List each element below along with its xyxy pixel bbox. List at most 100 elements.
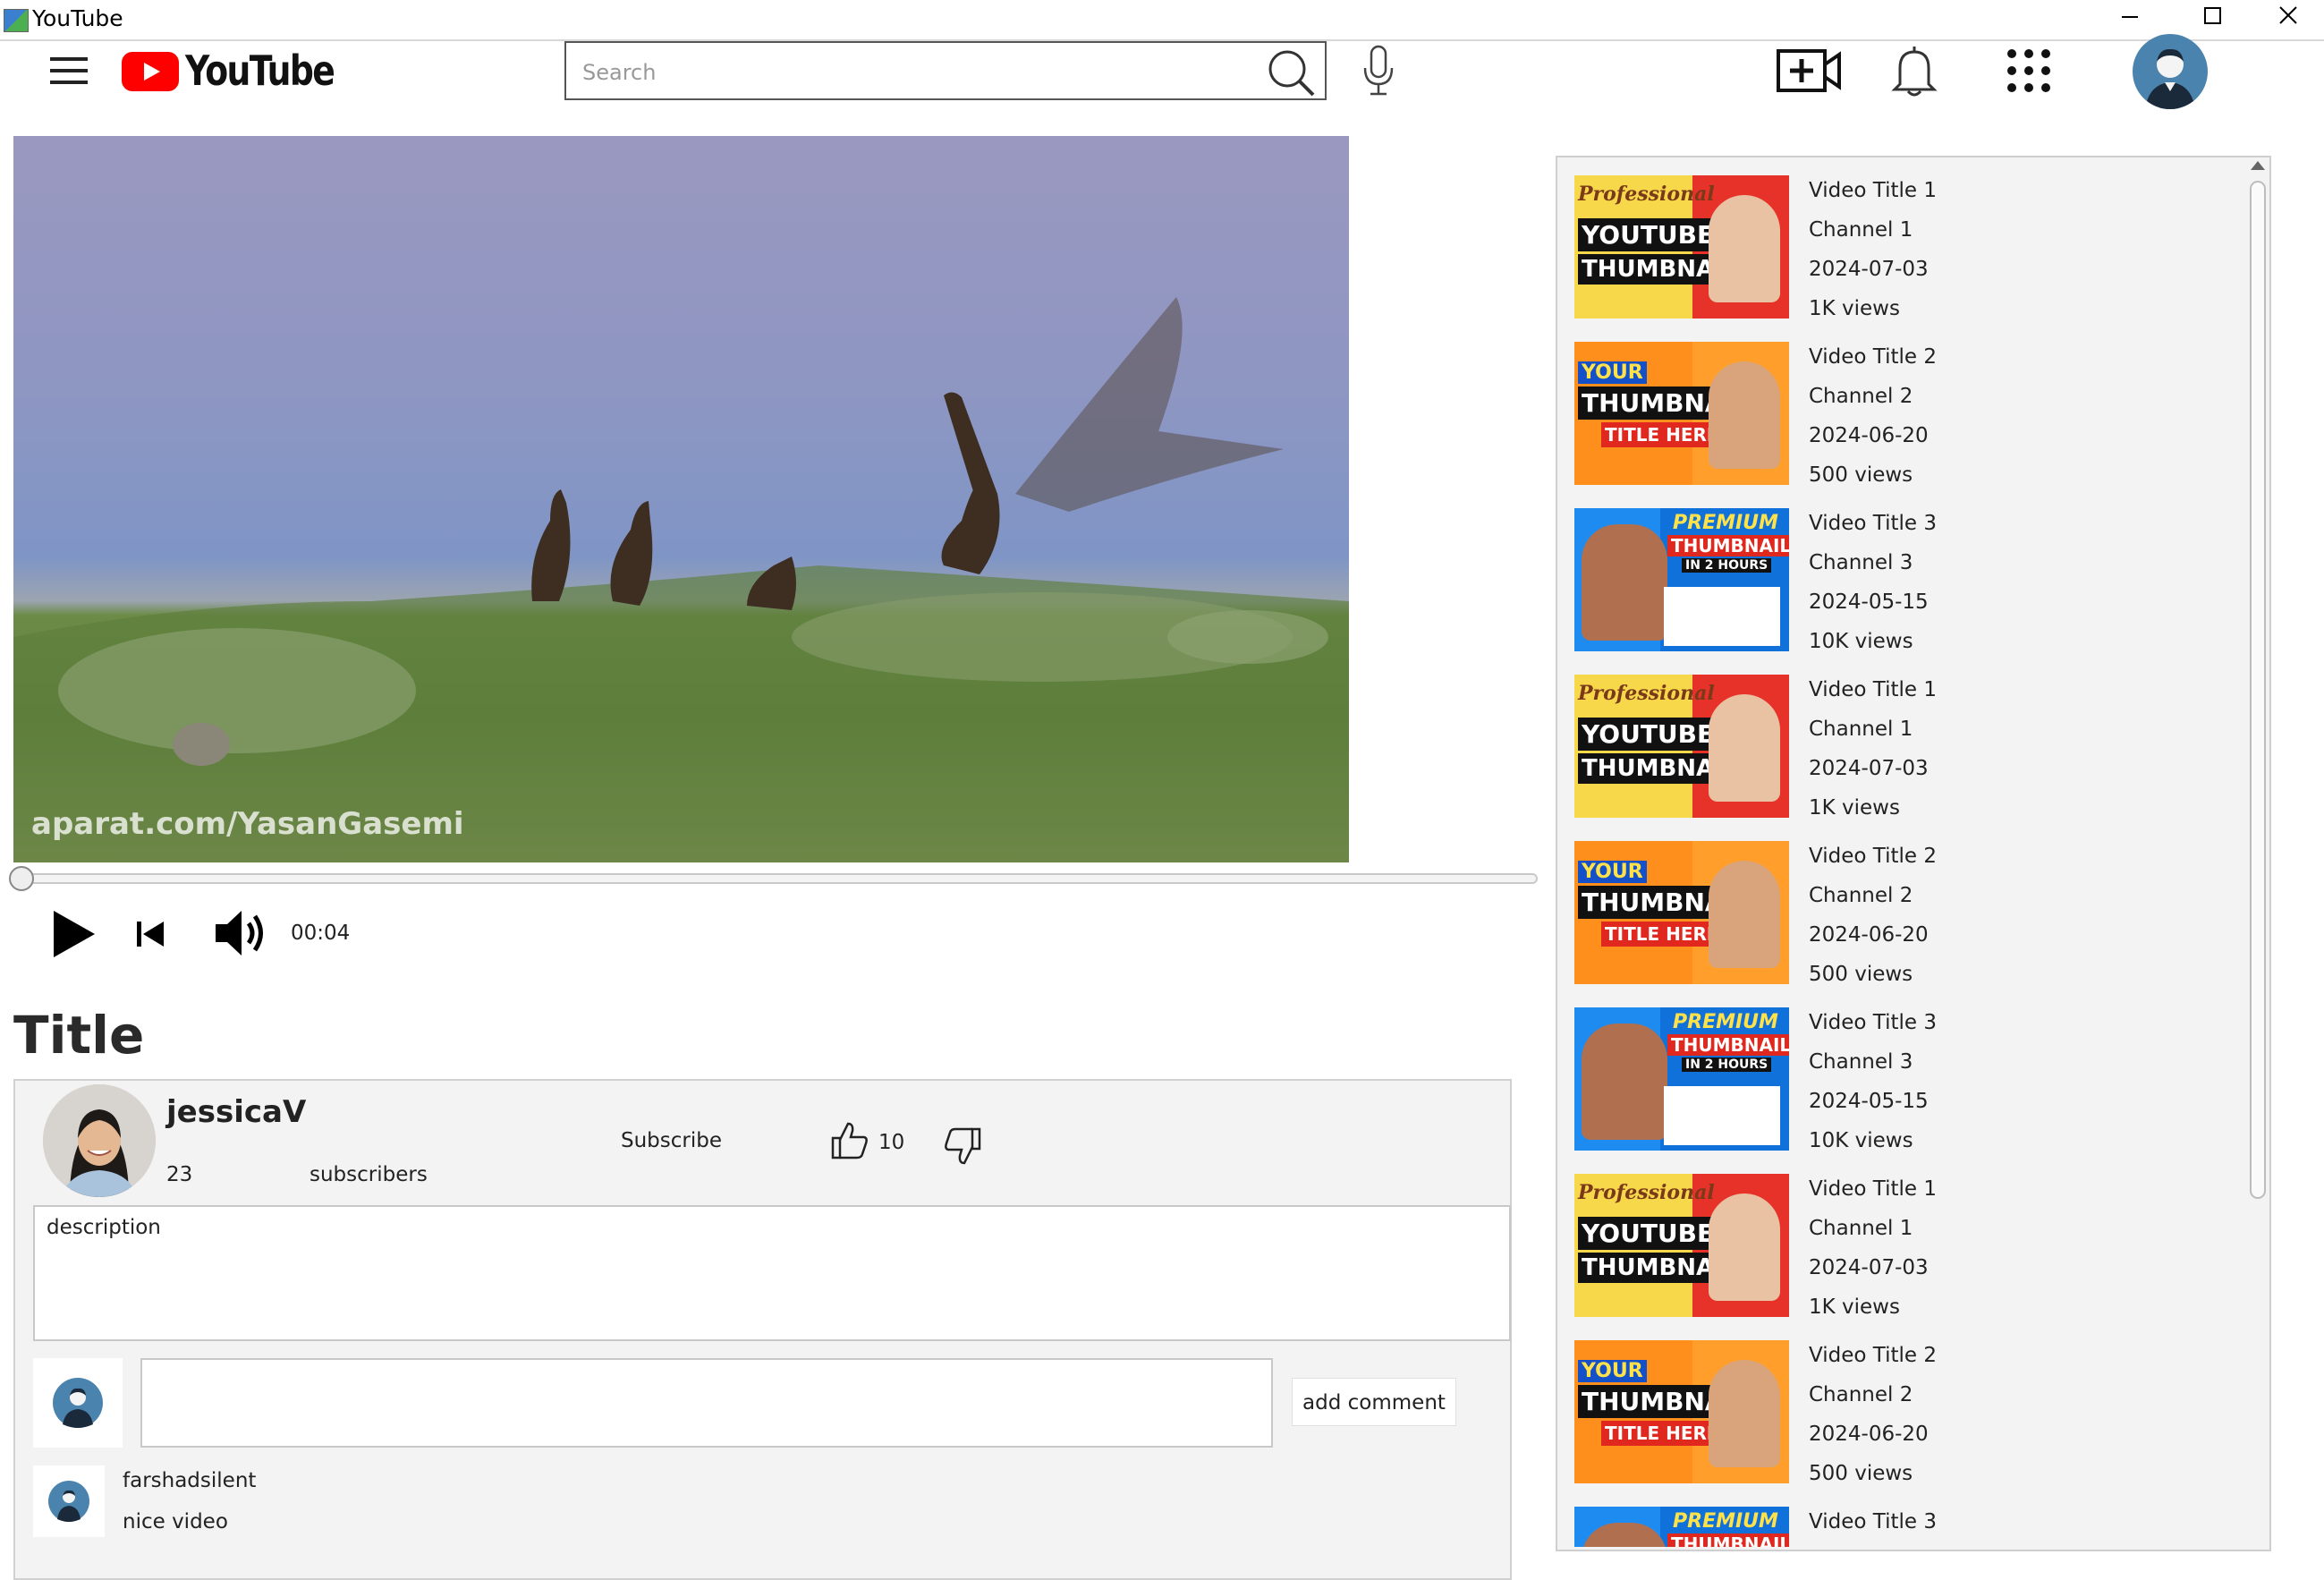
- comment-author[interactable]: farshadsilent: [123, 1465, 256, 1496]
- subscribers-label: subscribers: [310, 1163, 428, 1186]
- video-title[interactable]: Video Title 3: [1809, 1507, 1937, 1537]
- subscriber-count: 23: [166, 1163, 193, 1186]
- previous-button[interactable]: [134, 918, 166, 950]
- video-title[interactable]: Video Title 1: [1809, 675, 1937, 705]
- subscribe-button[interactable]: Subscribe: [621, 1126, 722, 1156]
- minimize-button[interactable]: [2090, 0, 2170, 30]
- description-box: [33, 1205, 1511, 1341]
- user-avatar[interactable]: [2133, 34, 2208, 109]
- window-title: YouTube: [32, 5, 123, 31]
- video-thumbnail[interactable]: Professional YOUTUBE THUMBNAIL: [1574, 1174, 1789, 1317]
- view-count: 1K views: [1809, 297, 1900, 320]
- search-input[interactable]: [581, 55, 1264, 89]
- user-avatar-icon: [53, 1378, 103, 1428]
- upload-date: 2024-06-20: [1809, 424, 1929, 447]
- close-icon: [2279, 6, 2297, 24]
- user-avatar-icon: [2145, 48, 2195, 109]
- channel-name: Channel 3: [1809, 551, 1913, 574]
- view-count: 500 views: [1809, 963, 1913, 986]
- dislike-thumbs-down-icon[interactable]: [943, 1126, 982, 1167]
- video-title[interactable]: Video Title 2: [1809, 1340, 1937, 1371]
- video-thumbnail[interactable]: PREMIUM THUMBNAIL IN 2 HOURS: [1574, 1007, 1789, 1151]
- video-title[interactable]: Video Title 2: [1809, 342, 1937, 372]
- maximize-button[interactable]: [2172, 0, 2252, 30]
- recommended-video-item[interactable]: YOUR THUMBNAIL TITLE HERE Video Title 2 …: [1574, 841, 2218, 1007]
- app-icon: [4, 9, 29, 32]
- like-count: 10: [878, 1131, 905, 1154]
- scrollbar-thumb[interactable]: [2250, 181, 2266, 1199]
- video-title[interactable]: Video Title 3: [1809, 1007, 1937, 1038]
- scroll-up-arrow-icon[interactable]: [2251, 161, 2265, 170]
- upload-date: 2024-05-15: [1809, 590, 1929, 614]
- view-count: 1K views: [1809, 1295, 1900, 1319]
- channel-name: Channel 1: [1809, 718, 1913, 741]
- video-title[interactable]: Video Title 1: [1809, 1174, 1937, 1204]
- youtube-logo-text[interactable]: YouTube: [185, 45, 335, 97]
- menu-icon: [50, 57, 88, 61]
- view-count: 500 views: [1809, 463, 1913, 487]
- create-video-icon[interactable]: [1776, 47, 1842, 95]
- view-count: 10K views: [1809, 630, 1913, 653]
- recommended-video-item[interactable]: YOUR THUMBNAIL TITLE HERE Video Title 2 …: [1574, 342, 2218, 508]
- video-thumbnail[interactable]: Professional YOUTUBE THUMBNAIL: [1574, 175, 1789, 319]
- channel-name: Channel 3: [1809, 1050, 1913, 1074]
- video-thumbnail[interactable]: Professional YOUTUBE THUMBNAIL: [1574, 675, 1789, 818]
- video-thumbnail[interactable]: PREMIUM THUMBNAIL: [1574, 1507, 1789, 1547]
- volume-icon: [216, 911, 242, 956]
- like-thumbs-up-icon[interactable]: [830, 1120, 869, 1161]
- current-user-comment-avatar: [33, 1358, 123, 1448]
- video-title[interactable]: Video Title 2: [1809, 841, 1937, 871]
- microphone-icon[interactable]: [1361, 45, 1395, 97]
- recommended-video-item[interactable]: PREMIUM THUMBNAIL IN 2 HOURS Video Title…: [1574, 1007, 2218, 1174]
- window-titlebar: [0, 0, 2324, 41]
- channel-avatar-image: [43, 1084, 156, 1197]
- upload-date: 2024-07-03: [1809, 258, 1929, 281]
- minimize-icon: [2122, 16, 2138, 18]
- volume-button[interactable]: [213, 905, 270, 961]
- apps-grid-icon[interactable]: [2006, 48, 2051, 93]
- comment-input[interactable]: [140, 1358, 1273, 1448]
- channel-name: Channel 2: [1809, 385, 1913, 408]
- video-title[interactable]: Video Title 1: [1809, 175, 1937, 206]
- view-count: 10K views: [1809, 1129, 1913, 1152]
- recommended-video-item[interactable]: PREMIUM THUMBNAIL Video Title 3: [1574, 1507, 2218, 1547]
- recommended-video-item[interactable]: Professional YOUTUBE THUMBNAIL Video Tit…: [1574, 1174, 2218, 1340]
- video-thumbnail[interactable]: YOUR THUMBNAIL TITLE HERE: [1574, 1340, 1789, 1483]
- add-comment-button[interactable]: add comment: [1292, 1378, 1456, 1426]
- video-player[interactable]: aparat.com/YasanGasemi: [13, 136, 1349, 862]
- recommended-video-item[interactable]: YOUR THUMBNAIL TITLE HERE Video Title 2 …: [1574, 1340, 2218, 1507]
- video-watermark: aparat.com/YasanGasemi: [31, 806, 464, 842]
- recommended-video-item[interactable]: Professional YOUTUBE THUMBNAIL Video Tit…: [1574, 675, 2218, 841]
- search-icon[interactable]: [1264, 47, 1318, 98]
- menu-icon-bar: [50, 69, 88, 72]
- skip-back-icon: [143, 922, 164, 947]
- video-thumbnail[interactable]: YOUR THUMBNAIL TITLE HERE: [1574, 342, 1789, 485]
- menu-button[interactable]: [50, 55, 88, 86]
- user-avatar-icon: [48, 1481, 89, 1522]
- recommended-video-item[interactable]: PREMIUM THUMBNAIL IN 2 HOURS Video Title…: [1574, 508, 2218, 675]
- channel-name: Channel 2: [1809, 884, 1913, 907]
- video-title: Title: [13, 1005, 145, 1066]
- video-title[interactable]: Video Title 3: [1809, 508, 1937, 539]
- channel-name[interactable]: jessicaV: [166, 1090, 306, 1134]
- close-button[interactable]: [2252, 0, 2324, 30]
- video-thumbnail[interactable]: PREMIUM THUMBNAIL IN 2 HOURS: [1574, 508, 1789, 651]
- maximize-icon: [2204, 7, 2221, 24]
- video-thumbnail[interactable]: YOUR THUMBNAIL TITLE HERE: [1574, 841, 1789, 984]
- notifications-bell-icon[interactable]: [1891, 43, 1938, 98]
- recommended-video-item[interactable]: Professional YOUTUBE THUMBNAIL Video Tit…: [1574, 175, 2218, 342]
- channel-name: Channel 2: [1809, 1383, 1913, 1406]
- channel-avatar[interactable]: [43, 1084, 156, 1197]
- progress-handle[interactable]: [9, 866, 34, 891]
- progress-bar[interactable]: [13, 873, 1538, 884]
- youtube-logo-icon[interactable]: [122, 52, 179, 91]
- play-button[interactable]: [50, 909, 97, 959]
- upload-date: 2024-07-03: [1809, 1256, 1929, 1279]
- menu-icon-bar: [50, 81, 88, 84]
- search-bar: [564, 41, 1327, 100]
- view-count: 1K views: [1809, 796, 1900, 820]
- video-frame: aparat.com/YasanGasemi: [13, 297, 1349, 862]
- channel-name: Channel 1: [1809, 218, 1913, 242]
- upload-date: 2024-06-20: [1809, 923, 1929, 947]
- upload-date: 2024-06-20: [1809, 1423, 1929, 1446]
